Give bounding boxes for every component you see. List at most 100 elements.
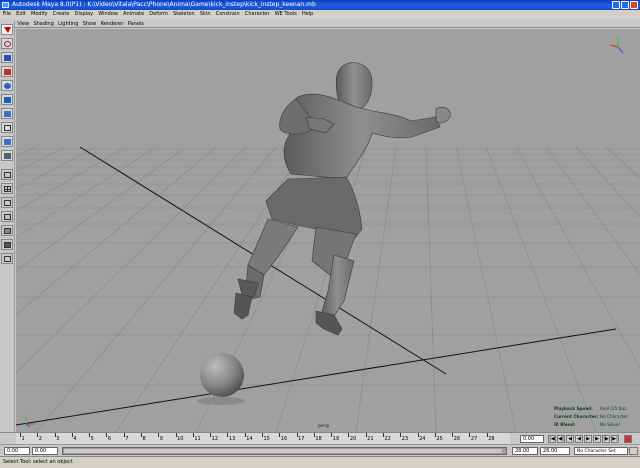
- time-tick-label: 24: [419, 436, 426, 442]
- time-slider[interactable]: 1 2 3 4 5 6 7 8 9 10 11 12 13 14 15 16 17 18 19 20 21 22 23 24 2…: [0, 432, 640, 445]
- hud-value: No Character: [600, 414, 628, 419]
- go-to-start-button[interactable]: |◀: [548, 435, 556, 443]
- main-menu-bar: File Edit Modify Create Display Window Animate…: [0, 10, 640, 19]
- current-character-dropdown[interactable]: No Character Set: [574, 447, 628, 455]
- layout-persp-outliner-button[interactable]: [1, 211, 13, 222]
- range-bar[interactable]: [62, 447, 507, 455]
- show-manip-button[interactable]: [1, 136, 13, 147]
- menu-constrain[interactable]: Constrain: [213, 11, 242, 17]
- panel-menu-view[interactable]: View: [15, 21, 31, 27]
- title-bar: Autodesk Maya 8.0(P1) : K:\Video\Vitala\…: [0, 0, 640, 10]
- layout-graph-button[interactable]: [1, 225, 13, 236]
- perspective-viewport[interactable]: persp Playback Speed: Real (25 fps) Curre…: [16, 29, 640, 432]
- menu-skeleton[interactable]: Skeleton: [170, 11, 197, 17]
- show-manip-icon: [4, 139, 11, 145]
- minimize-button[interactable]: [612, 1, 620, 9]
- panel-menu-shading[interactable]: Shading: [31, 21, 56, 27]
- menu-character[interactable]: Character: [242, 11, 272, 17]
- playback-start-field[interactable]: 0.00: [32, 447, 58, 455]
- time-tick-label: 21: [367, 436, 374, 442]
- character-menu-icon[interactable]: [629, 447, 638, 455]
- current-time-field[interactable]: 0.00: [520, 435, 544, 443]
- menu-window[interactable]: Window: [96, 11, 121, 17]
- panel-menu-show[interactable]: Show: [81, 21, 99, 27]
- menu-animate[interactable]: Animate: [121, 11, 147, 17]
- layout-custom-button[interactable]: [1, 253, 13, 264]
- custom-pane-icon: [4, 256, 11, 262]
- time-tick-label: 4: [73, 436, 77, 442]
- play-backwards-button[interactable]: ◀: [575, 435, 583, 443]
- paint-select-tool-button[interactable]: [1, 52, 13, 63]
- layout-hypershade-button[interactable]: [1, 239, 13, 250]
- last-tool-icon: [4, 153, 11, 159]
- range-slider: 0.00 0.00 28.00 28.00 No Character Set: [0, 444, 640, 455]
- auto-key-button[interactable]: [624, 435, 632, 443]
- time-tick-label: 9: [159, 436, 163, 442]
- play-forwards-button[interactable]: ▶: [584, 435, 592, 443]
- help-line: Select Tool: select an object: [0, 456, 640, 468]
- menu-modify[interactable]: Modify: [28, 11, 50, 17]
- hud-label: Current Character:: [554, 414, 599, 419]
- time-tick-label: 25: [436, 436, 443, 442]
- range-handle[interactable]: [64, 449, 502, 453]
- hud-display: Playback Speed: Real (25 fps) Current Cha…: [554, 405, 634, 429]
- layout-two-button[interactable]: [1, 197, 13, 208]
- rotate-tool-button[interactable]: [1, 80, 13, 91]
- universal-manip-button[interactable]: [1, 108, 13, 119]
- menu-create[interactable]: Create: [50, 11, 72, 17]
- rotate-icon: [4, 83, 11, 89]
- time-tick-label: 15: [263, 436, 270, 442]
- soccer-ball: [200, 353, 244, 397]
- time-tick-label: 26: [453, 436, 461, 442]
- soft-mod-icon: [4, 125, 11, 131]
- time-tick-label: 23: [401, 436, 409, 442]
- start-time-field[interactable]: 0.00: [4, 447, 30, 455]
- time-tick-label: 2: [38, 436, 42, 442]
- step-back-key-button[interactable]: ◀|: [557, 435, 565, 443]
- hud-label: Playback Speed:: [554, 406, 593, 411]
- maximize-button[interactable]: [621, 1, 629, 9]
- time-tick-label: 10: [177, 436, 184, 442]
- time-tick-label: 14: [246, 436, 253, 442]
- time-tick-label: 18: [315, 436, 322, 442]
- time-tick-label: 8: [142, 436, 146, 442]
- panel-menu-lighting[interactable]: Lighting: [56, 21, 81, 27]
- menu-file[interactable]: File: [0, 11, 14, 17]
- time-tick-label: 6: [107, 436, 112, 442]
- menu-we-tools[interactable]: WE Tools: [272, 11, 299, 17]
- move-tool-button[interactable]: [1, 66, 13, 77]
- step-back-frame-button[interactable]: ◀: [566, 435, 574, 443]
- ball-shadow: [197, 397, 245, 405]
- soft-mod-button[interactable]: [1, 122, 13, 133]
- time-tick-label: 27: [470, 436, 478, 442]
- time-tick-label: 3: [56, 436, 60, 442]
- playback-end-field[interactable]: 28.00: [512, 447, 538, 455]
- menu-edit[interactable]: Edit: [14, 11, 29, 17]
- scale-icon: [4, 97, 11, 103]
- panel-menu-panels[interactable]: Panels: [126, 21, 146, 27]
- time-tick-label: 20: [349, 436, 357, 442]
- menu-deform[interactable]: Deform: [147, 11, 171, 17]
- step-forward-frame-button[interactable]: ▶: [593, 435, 601, 443]
- universal-manip-icon: [4, 111, 11, 117]
- menu-help[interactable]: Help: [299, 11, 316, 17]
- step-forward-key-button[interactable]: |▶: [602, 435, 610, 443]
- maya-app-icon: [2, 2, 9, 8]
- move-icon: [4, 69, 11, 75]
- end-time-field[interactable]: 28.00: [540, 447, 570, 455]
- menu-skin[interactable]: Skin: [197, 11, 213, 17]
- last-tool-button[interactable]: [1, 150, 13, 161]
- soccer-player-model: [233, 62, 451, 336]
- outliner-pane-icon: [4, 214, 11, 220]
- select-tool-button[interactable]: [1, 24, 13, 35]
- menu-display[interactable]: Display: [72, 11, 96, 17]
- panel-menu-renderer[interactable]: Renderer: [98, 21, 125, 27]
- go-to-end-button[interactable]: ▶|: [611, 435, 619, 443]
- layout-single-button[interactable]: [1, 169, 13, 180]
- scale-tool-button[interactable]: [1, 94, 13, 105]
- lasso-tool-button[interactable]: [1, 38, 13, 49]
- time-tick-label: 17: [298, 436, 305, 442]
- layout-four-button[interactable]: [1, 183, 13, 194]
- close-button[interactable]: [630, 1, 638, 9]
- single-pane-icon: [4, 172, 11, 178]
